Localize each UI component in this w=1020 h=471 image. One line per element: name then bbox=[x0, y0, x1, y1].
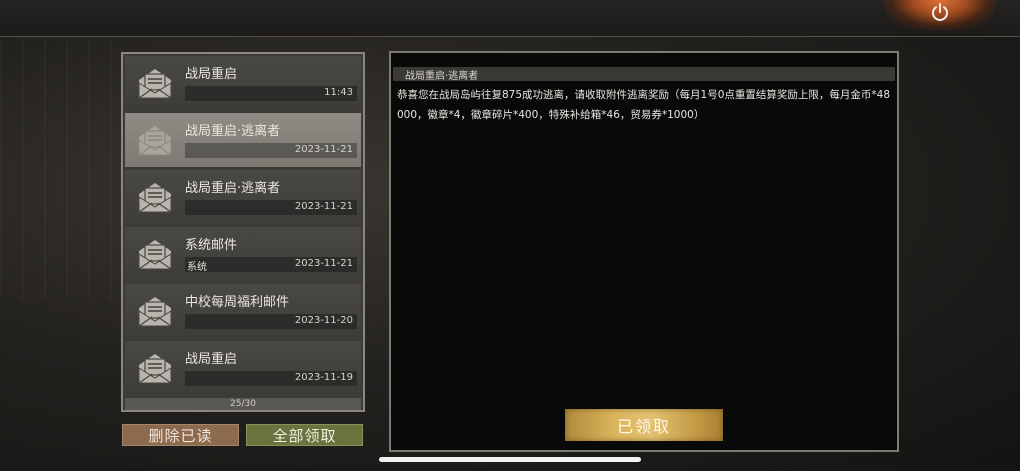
mail-item-meta: 2023-11-21 bbox=[185, 200, 357, 215]
page-indicator: 25/30 bbox=[230, 399, 256, 409]
mail-open-icon bbox=[138, 126, 172, 156]
mail-list-item[interactable]: 战局重启·逃离者 2023-11-21 bbox=[125, 170, 361, 224]
mail-open-icon bbox=[138, 354, 172, 384]
mail-item-meta: 2023-11-20 bbox=[185, 314, 357, 329]
list-footer: 25/30 bbox=[125, 398, 361, 410]
top-bar bbox=[0, 0, 1020, 37]
mail-list-item[interactable]: 战局重启 2023-11-19 bbox=[125, 341, 361, 395]
detail-title: 战局重启·逃离者 bbox=[405, 71, 479, 82]
mail-item-date: 2023-11-21 bbox=[294, 258, 353, 269]
mail-list-item[interactable]: 中校每周福利邮件 2023-11-20 bbox=[125, 284, 361, 338]
detail-body: 恭喜您在战局岛屿往复875成功逃离，请收取附件逃离奖励（每月1号0点重置结算奖励… bbox=[397, 89, 891, 121]
mail-item-title: 战局重启 bbox=[185, 352, 238, 367]
mail-item-meta: 2023-11-19 bbox=[185, 371, 357, 386]
home-indicator bbox=[379, 457, 641, 462]
mail-open-icon bbox=[138, 183, 172, 213]
mail-item-sender: 系统 bbox=[187, 262, 207, 273]
mail-list[interactable]: 战局重启 11:43 战局重启·逃离者 2023-11-21 战局重启·逃离者 2023-… bbox=[121, 52, 365, 412]
mail-list-item[interactable]: 战局重启 11:43 bbox=[125, 56, 361, 110]
claimed-button[interactable]: 已领取 bbox=[565, 409, 723, 441]
mail-item-title: 战局重启 bbox=[185, 67, 238, 82]
mail-detail-panel: 战局重启·逃离者 恭喜您在战局岛屿往复875成功逃离，请收取附件逃离奖励（每月1… bbox=[389, 51, 899, 452]
power-icon bbox=[932, 3, 948, 21]
mail-item-title: 战局重启·逃离者 bbox=[185, 181, 281, 196]
mail-item-date: 11:43 bbox=[324, 87, 353, 98]
mail-open-icon bbox=[138, 297, 172, 327]
mail-open-icon bbox=[138, 69, 172, 99]
detail-title-bar: 战局重启·逃离者 bbox=[393, 67, 895, 82]
mail-item-meta: 系统 2023-11-21 bbox=[185, 257, 357, 273]
mail-item-date: 2023-11-20 bbox=[294, 315, 353, 326]
mail-item-meta: 11:43 bbox=[185, 86, 357, 101]
mail-list-item[interactable]: 系统邮件系统 2023-11-21 bbox=[125, 227, 361, 281]
mail-item-date: 2023-11-21 bbox=[294, 144, 353, 155]
mail-item-meta: 2023-11-21 bbox=[185, 143, 357, 158]
mail-item-title: 中校每周福利邮件 bbox=[185, 295, 290, 310]
delete-read-button[interactable]: 删除已读 bbox=[122, 424, 239, 446]
background-decoration bbox=[0, 40, 120, 300]
mail-item-date: 2023-11-19 bbox=[294, 372, 353, 383]
mail-item-title: 系统邮件 bbox=[185, 238, 238, 253]
claim-all-button[interactable]: 全部领取 bbox=[246, 424, 363, 446]
mail-item-title: 战局重启·逃离者 bbox=[185, 124, 281, 139]
mail-item-date: 2023-11-21 bbox=[294, 201, 353, 212]
mail-list-item[interactable]: 战局重启·逃离者 2023-11-21 bbox=[125, 113, 361, 167]
power-button[interactable] bbox=[928, 0, 952, 24]
mail-open-icon bbox=[138, 240, 172, 270]
